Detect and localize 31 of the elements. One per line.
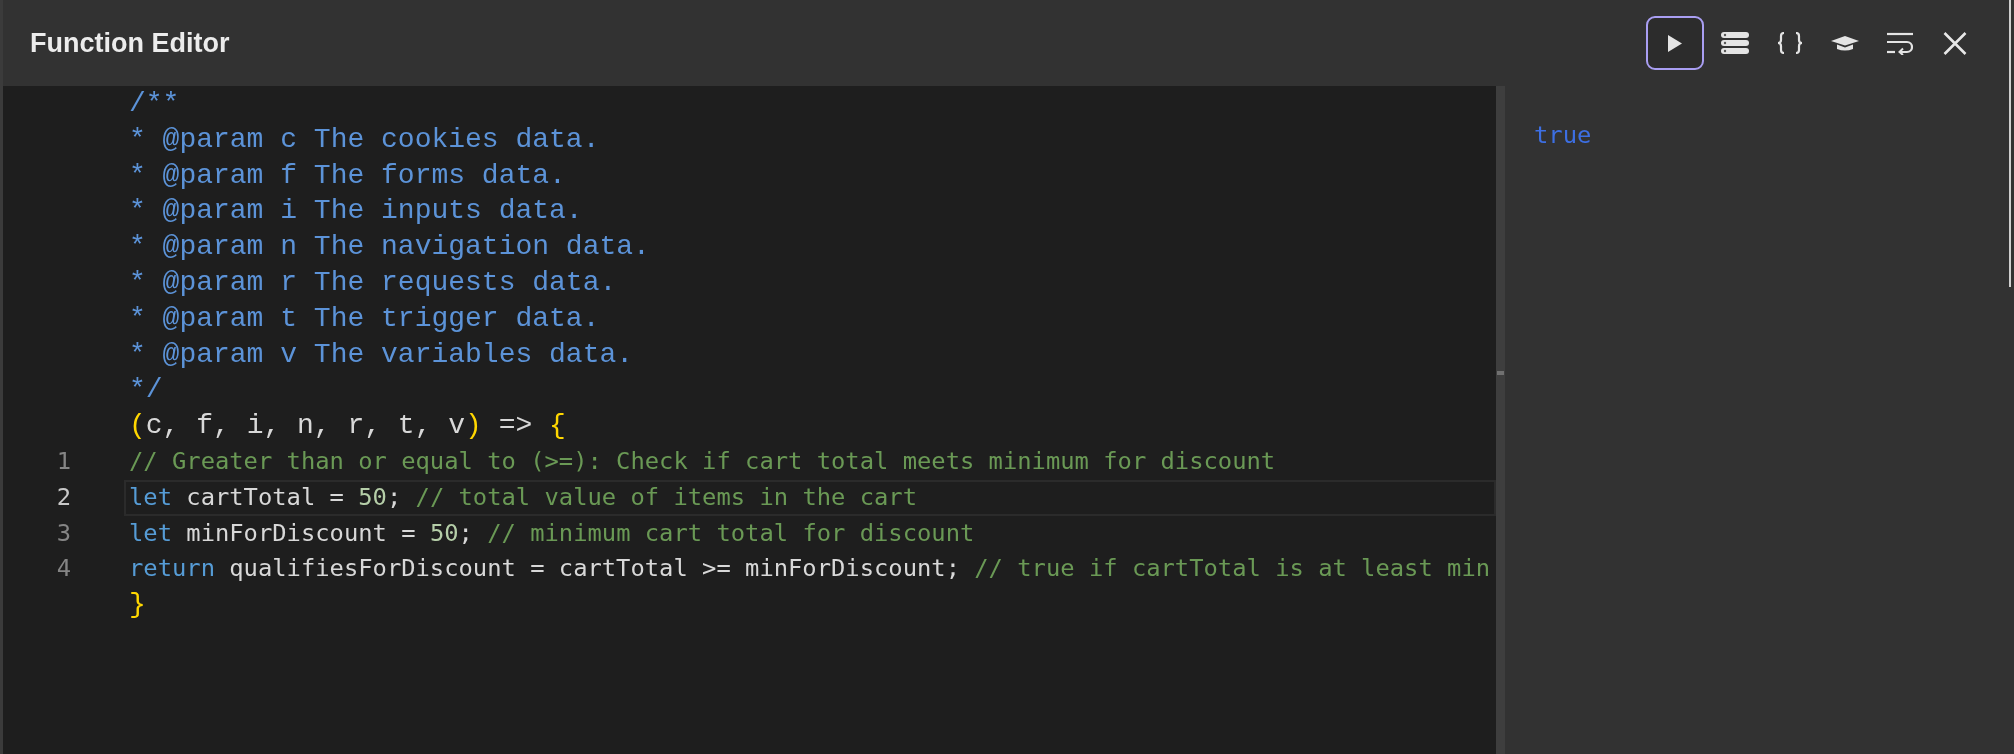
scroll-marker [1497,371,1504,375]
graduation-cap-icon [1831,35,1859,51]
code-line: * @param r The requests data. [129,266,617,300]
code-line: * @param n The navigation data. [129,230,650,265]
code-line: * @param v The variables data. [129,337,634,372]
page-scrollbar-thumb[interactable] [2009,0,2011,287]
line-number: 1 [55,445,71,477]
close-icon [1943,31,1967,55]
line-number: 2 [55,481,71,513]
line-number: 3 [55,517,71,549]
play-icon [1668,34,1682,52]
code-line: /** [129,87,180,121]
code-line: return qualifiesForDiscount = cartTotal >= minForDiscount; // true if cartTotal is at least min [129,553,1491,585]
code-line: * @param t The trigger data. [129,301,600,336]
braces-icon [1776,32,1804,54]
code-line: let cartTotal = 50; // total value of items in the cart [129,481,917,513]
stack-icon [1721,32,1749,54]
code-line: * @param c The cookies data. [129,122,600,157]
code-line: */ [129,373,163,408]
code-line: } [129,588,146,623]
code-line: // Greater than or equal to (>=): Check if cart total meets minimum for discount [129,445,1276,477]
line-number: 4 [55,553,71,585]
code-line: (c, f, i, n, r, t, v) => { [129,409,566,444]
run-button[interactable] [1646,16,1704,70]
text-wrap-icon [1887,31,1913,55]
code-line: let minForDiscount = 50; // minimum cart total for discount [129,517,975,549]
code-line: * @param i The inputs data. [129,194,583,229]
window-title: Function Editor [30,27,230,59]
output-value: true [1534,121,1592,149]
code-line: * @param f The forms data. [129,158,566,193]
code-editor[interactable] [3,86,1496,754]
